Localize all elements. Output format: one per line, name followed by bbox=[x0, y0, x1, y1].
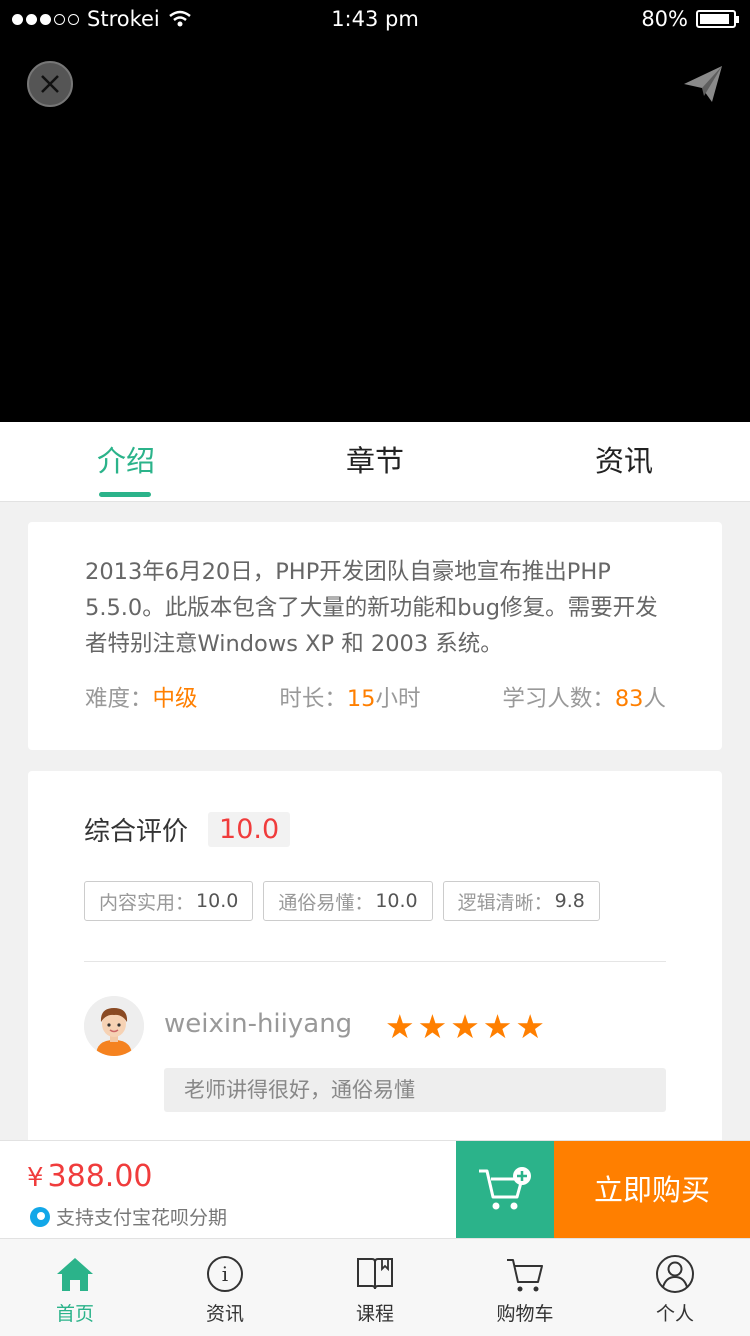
star-icon: ★ bbox=[515, 1007, 545, 1046]
add-cart-icon bbox=[479, 1167, 531, 1210]
price-value: 388.00 bbox=[47, 1159, 153, 1194]
alipay-text: 支持支付宝花呗分期 bbox=[56, 1207, 228, 1229]
share-button[interactable] bbox=[682, 62, 726, 106]
intro-text: 2013年6月20日，PHP开发团队自豪地宣布推出PHP 5.5.0。此版本包含… bbox=[85, 559, 658, 657]
nav-cart[interactable]: 购物车 bbox=[450, 1239, 600, 1336]
nav-label: 首页 bbox=[55, 1303, 94, 1325]
tag-value: 10.0 bbox=[375, 890, 418, 912]
comment-stars: ★ ★ ★ ★ ★ bbox=[385, 1009, 545, 1045]
rating-tag: 通俗易懂： 10.0 bbox=[263, 881, 433, 921]
nav-label: 课程 bbox=[355, 1303, 394, 1325]
battery-percent: 80% bbox=[641, 7, 688, 31]
add-to-cart-button[interactable] bbox=[456, 1141, 554, 1239]
home-icon bbox=[57, 1258, 93, 1291]
paper-plane-icon bbox=[684, 66, 722, 102]
bottom-nav: 首页 i 资讯 课程 购物车 个人 bbox=[0, 1238, 750, 1336]
nav-profile[interactable]: 个人 bbox=[600, 1239, 750, 1336]
avatar[interactable] bbox=[84, 996, 144, 1056]
duration-value: 15 bbox=[346, 686, 376, 712]
battery-icon bbox=[696, 10, 739, 28]
alipay-note: 支持支付宝花呗分期 bbox=[30, 1203, 227, 1230]
tag-value: 9.8 bbox=[554, 890, 585, 912]
rating-score: 10.0 bbox=[208, 812, 291, 847]
students: 学习人数：83人 bbox=[502, 681, 666, 713]
tag-label: 逻辑清晰： bbox=[457, 891, 553, 914]
difficulty-label: 难度： bbox=[85, 686, 153, 712]
close-button[interactable] bbox=[27, 61, 73, 107]
rating-tags: 内容实用： 10.0 通俗易懂： 10.0 逻辑清晰： 9.8 bbox=[84, 881, 600, 921]
tab-news[interactable]: 资讯 bbox=[468, 422, 750, 501]
tag-label: 内容实用： bbox=[99, 891, 195, 914]
info-icon: i bbox=[207, 1256, 243, 1292]
comment-text: 老师讲得很好，通俗易懂 bbox=[164, 1068, 666, 1112]
cart-icon bbox=[507, 1259, 543, 1292]
nav-label: 资讯 bbox=[205, 1303, 244, 1325]
difficulty-value: 中级 bbox=[152, 686, 198, 712]
duration-label: 时长： bbox=[279, 686, 347, 712]
star-icon: ★ bbox=[450, 1007, 480, 1046]
status-right: 80% bbox=[641, 7, 739, 31]
students-unit: 人 bbox=[643, 686, 666, 712]
svg-text:i: i bbox=[222, 1262, 228, 1286]
star-icon: ★ bbox=[482, 1007, 513, 1046]
nav-label: 购物车 bbox=[496, 1303, 554, 1325]
course-meta: 难度：中级 时长：15小时 学习人数：83人 bbox=[85, 681, 666, 713]
comment-username: weixin-hiiyang bbox=[164, 1009, 353, 1039]
tag-value: 10.0 bbox=[196, 890, 239, 912]
nav-courses[interactable]: 课程 bbox=[300, 1239, 450, 1336]
user-icon bbox=[656, 1255, 694, 1293]
nav-label: 个人 bbox=[655, 1303, 694, 1325]
buy-now-button[interactable]: 立即购买 bbox=[554, 1141, 750, 1239]
tag-label: 通俗易懂： bbox=[278, 891, 374, 914]
status-bar: Strokei 1:43 pm 80% bbox=[0, 0, 750, 40]
tab-bar: 介绍 章节 资讯 bbox=[0, 422, 750, 502]
star-icon: ★ bbox=[385, 1007, 415, 1046]
review-card: 综合评价 10.0 内容实用： 10.0 通俗易懂： 10.0 逻辑清晰： 9.8 w… bbox=[28, 771, 722, 1171]
intro-card: 2013年6月20日，PHP开发团队自豪地宣布推出PHP 5.5.0。此版本包含… bbox=[28, 522, 722, 750]
video-player[interactable]: Strokei 1:43 pm 80% bbox=[0, 0, 750, 422]
rating-tag: 内容实用： 10.0 bbox=[84, 881, 254, 921]
tab-chapters[interactable]: 章节 bbox=[282, 422, 467, 501]
duration-unit: 小时 bbox=[375, 686, 421, 712]
close-icon bbox=[41, 75, 59, 93]
currency-symbol: ¥ bbox=[27, 1163, 44, 1193]
nav-news[interactable]: i 资讯 bbox=[150, 1239, 300, 1336]
tab-intro[interactable]: 介绍 bbox=[0, 422, 282, 501]
rating-label: 综合评价 bbox=[84, 817, 189, 847]
students-label: 学习人数： bbox=[502, 686, 615, 712]
status-time: 1:43 pm bbox=[331, 7, 419, 31]
book-icon bbox=[357, 1258, 393, 1290]
purchase-bar: ¥388.00 支持支付宝花呗分期 立即购买 bbox=[0, 1140, 750, 1239]
price: ¥388.00 bbox=[27, 1159, 153, 1194]
avatar-image bbox=[84, 996, 144, 1056]
star-icon: ★ bbox=[417, 1007, 448, 1046]
nav-home[interactable]: 首页 bbox=[0, 1239, 150, 1336]
rating-tag: 逻辑清晰： 9.8 bbox=[442, 881, 600, 921]
difficulty: 难度：中级 bbox=[85, 681, 198, 713]
alipay-icon bbox=[30, 1206, 50, 1227]
duration: 时长：15小时 bbox=[279, 681, 420, 713]
divider bbox=[84, 961, 666, 962]
overall-rating: 综合评价 10.0 bbox=[84, 811, 291, 848]
students-value: 83 bbox=[614, 686, 644, 712]
